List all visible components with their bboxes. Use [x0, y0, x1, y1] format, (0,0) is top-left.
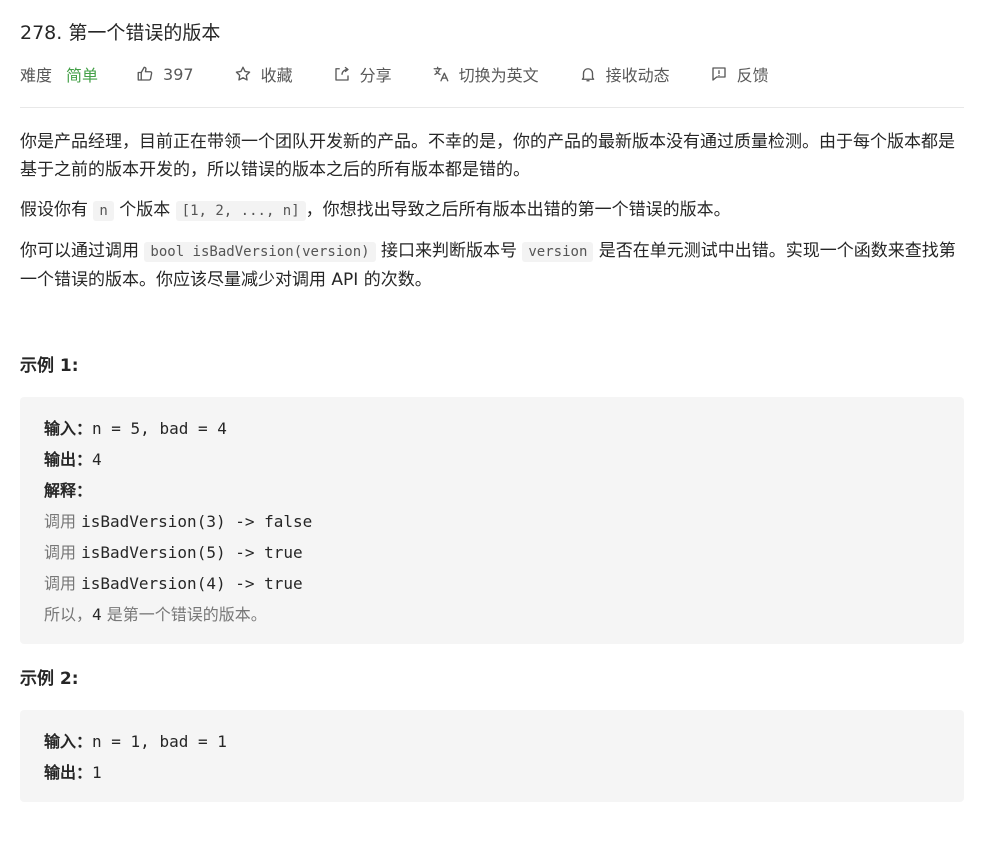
call-prefix: 调用: [44, 574, 82, 593]
inline-code: n: [93, 201, 114, 221]
call-code: isBadVersion(4) -> true: [81, 574, 303, 593]
example-output-line: 输出：1: [44, 757, 940, 788]
like-button[interactable]: 397: [136, 65, 194, 84]
example-output-line: 输出：4: [44, 444, 940, 475]
switch-language-label: 切换为英文: [458, 66, 539, 85]
description-paragraph-3: 你可以通过调用 bool isBadVersion(version) 接口来判断…: [20, 237, 964, 294]
input-value: n = 5, bad = 4: [92, 419, 227, 438]
translate-icon: [433, 66, 449, 82]
text-fragment: 个版本: [113, 200, 176, 220]
output-label: 输出：: [44, 763, 93, 782]
inline-code: version: [522, 242, 594, 262]
call-code: isBadVersion(5) -> true: [81, 543, 303, 562]
conclusion-prefix: 所以，: [44, 605, 93, 624]
problem-number: 278.: [20, 22, 63, 44]
text-fragment: ，你想找出导致之后所有版本出错的第一个错误的版本。: [305, 200, 731, 220]
thumbs-up-icon: [137, 66, 153, 81]
inline-code: bool isBadVersion(version): [144, 242, 376, 262]
example-2-block: 输入：n = 1, bad = 1 输出：1: [20, 710, 964, 802]
text-fragment: 接口来判断版本号: [375, 241, 523, 261]
output-value: 1: [92, 763, 102, 782]
switch-language-button[interactable]: 切换为英文: [432, 62, 539, 86]
example-call-line: 调用 isBadVersion(3) -> false: [44, 506, 940, 537]
share-button[interactable]: 分享: [333, 62, 392, 86]
share-label: 分享: [359, 66, 392, 85]
subscribe-button[interactable]: 接收动态: [579, 62, 670, 86]
subscribe-label: 接收动态: [605, 66, 670, 85]
description-paragraph-2: 假设你有 n 个版本 [1, 2, ..., n] ，你想找出导致之后所有版本出错…: [20, 196, 964, 225]
example-input-line: 输入：n = 1, bad = 1: [44, 726, 940, 757]
call-code: isBadVersion(3) -> false: [81, 512, 313, 531]
favorite-button[interactable]: 收藏: [234, 62, 293, 86]
example-1-block: 输入：n = 5, bad = 4 输出：4 解释： 调用 isBadVersi…: [20, 397, 964, 644]
conclusion-suffix: 是第一个错误的版本。: [101, 605, 267, 624]
star-icon: [235, 66, 250, 81]
favorite-label: 收藏: [260, 66, 293, 85]
output-value: 4: [92, 450, 102, 469]
inline-code: [1, 2, ..., n]: [175, 201, 306, 221]
output-label: 输出：: [44, 450, 93, 469]
call-prefix: 调用: [44, 512, 82, 531]
example-explain-line: 解释：: [44, 475, 940, 506]
example-2-title: 示例 2:: [20, 669, 79, 689]
example-1-title: 示例 1:: [20, 356, 79, 376]
input-label: 输入：: [44, 419, 93, 438]
bell-icon: [581, 68, 594, 82]
problem-name: 第一个错误的版本: [68, 22, 221, 44]
example-conclusion-line: 所以，4 是第一个错误的版本。: [44, 599, 940, 630]
header-divider: [20, 107, 964, 108]
input-label: 输入：: [44, 732, 93, 751]
text-fragment: 假设你有: [20, 200, 94, 220]
example-input-line: 输入：n = 5, bad = 4: [44, 413, 940, 444]
example-call-line: 调用 isBadVersion(4) -> true: [44, 568, 940, 599]
call-prefix: 调用: [44, 543, 82, 562]
input-value: n = 1, bad = 1: [92, 732, 227, 751]
conclusion-number: 4: [92, 605, 102, 624]
share-icon: [334, 66, 349, 81]
problem-title: 278. 第一个错误的版本: [20, 19, 220, 47]
example-call-line: 调用 isBadVersion(5) -> true: [44, 537, 940, 568]
text-fragment: 你可以通过调用: [20, 241, 145, 261]
difficulty-value: 简单: [66, 66, 99, 85]
feedback-label: 反馈: [736, 66, 769, 85]
feedback-icon: [711, 67, 726, 81]
feedback-button[interactable]: 反馈: [710, 62, 769, 86]
problem-meta-bar: 难度 简单 397 收藏 分享 切换为英文 接收动态 反馈: [20, 60, 769, 88]
explain-label: 解释：: [44, 481, 93, 500]
problem-page: 278. 第一个错误的版本 难度 简单 397 收藏 分享 切换为英文 接收动态 …: [0, 0, 985, 844]
difficulty-label: 难度: [20, 66, 53, 85]
description-paragraph-1: 你是产品经理，目前正在带领一个团队开发新的产品。不幸的是，你的产品的最新版本没有…: [20, 132, 955, 180]
problem-description: 你是产品经理，目前正在带领一个团队开发新的产品。不幸的是，你的产品的最新版本没有…: [20, 128, 964, 306]
like-count: 397: [163, 64, 194, 84]
